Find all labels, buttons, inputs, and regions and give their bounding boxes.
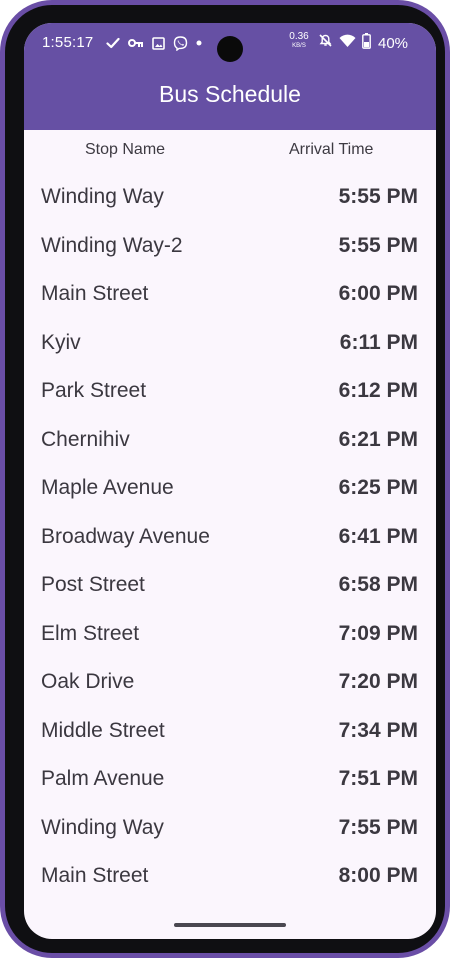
- schedule-row[interactable]: Middle Street 7:34 PM: [24, 707, 436, 756]
- stop-name: Elm Street: [41, 621, 140, 645]
- key-icon: [128, 37, 144, 49]
- screen: 1:55:17 0.36 KB/S 40% Bus Schedule Stop …: [24, 23, 436, 939]
- page-title: Bus Schedule: [159, 81, 301, 107]
- stop-name: Main Street: [41, 282, 149, 305]
- battery-icon: [362, 32, 371, 54]
- schedule-row[interactable]: Winding Way 5:55 PM: [24, 173, 436, 222]
- arrival-time: 6:11 PM: [339, 330, 418, 354]
- image-icon: [152, 36, 165, 50]
- stop-name: Broadway Avenue: [41, 524, 210, 548]
- schedule-row[interactable]: Maple Avenue 6:25 PM: [24, 464, 436, 513]
- device-frame: 1:55:17 0.36 KB/S 40% Bus Schedule Stop …: [0, 0, 450, 958]
- stop-name: Winding Way-2: [41, 233, 183, 257]
- schedule-row[interactable]: Palm Avenue 7:51 PM: [24, 755, 436, 804]
- front-camera: [217, 36, 243, 62]
- schedule-row[interactable]: Main Street 6:00 PM: [24, 270, 436, 319]
- viber-icon: [173, 35, 188, 51]
- stop-name: Main Street: [41, 864, 149, 887]
- schedule-row[interactable]: Broadway Avenue 6:41 PM: [24, 513, 436, 562]
- schedule-row[interactable]: Elm Street 7:09 PM: [24, 610, 436, 659]
- arrival-time: 5:55 PM: [338, 185, 418, 208]
- arrival-time: 6:21 PM: [338, 427, 418, 451]
- stop-name: Chernihiv: [41, 427, 130, 451]
- network-speed: 0.36 KB/S: [286, 31, 312, 50]
- stop-name: Maple Avenue: [41, 476, 174, 499]
- network-speed-value: 0.36: [289, 31, 309, 42]
- arrival-time: 6:25 PM: [338, 476, 418, 499]
- arrival-time: 7:55 PM: [338, 815, 418, 839]
- arrival-time: 8:00 PM: [338, 864, 418, 887]
- status-time: 1:55:17: [42, 34, 94, 51]
- stop-name: Winding Way: [41, 185, 164, 208]
- stop-name: Palm Avenue: [41, 767, 165, 790]
- schedule-row[interactable]: Post Street 6:58 PM: [24, 561, 436, 610]
- network-speed-unit: KB/S: [292, 43, 306, 49]
- schedule-row[interactable]: Main Street 8:00 PM: [24, 852, 436, 901]
- schedule-row[interactable]: Chernihiv 6:21 PM: [24, 416, 436, 465]
- wifi-icon: [339, 34, 356, 53]
- schedule-row[interactable]: Park Street 6:12 PM: [24, 367, 436, 416]
- stop-name: Oak Drive: [41, 670, 135, 693]
- arrival-time: 5:55 PM: [338, 233, 418, 257]
- column-header-stop-name: Stop Name: [85, 141, 166, 158]
- arrival-time: 7:34 PM: [338, 718, 418, 742]
- schedule-row[interactable]: Winding Way 7:55 PM: [24, 804, 436, 853]
- column-header-arrival-time: Arrival Time: [289, 141, 374, 158]
- dot-icon: [196, 40, 202, 46]
- schedule-list[interactable]: Winding Way 5:55 PM Winding Way-2 5:55 P…: [24, 173, 436, 901]
- stop-name: Winding Way: [41, 815, 164, 839]
- check-icon: [106, 36, 120, 50]
- arrival-time: 7:51 PM: [338, 767, 418, 790]
- status-bar: 1:55:17 0.36 KB/S 40%: [24, 23, 436, 65]
- stop-name: Post Street: [41, 573, 145, 596]
- mute-icon: [318, 33, 333, 53]
- top-app-bar: 1:55:17 0.36 KB/S 40% Bus Schedule: [24, 23, 436, 130]
- stop-name: Park Street: [41, 379, 147, 402]
- arrival-time: 6:00 PM: [338, 282, 418, 305]
- battery-percent: 40%: [378, 34, 409, 52]
- arrival-time: 6:12 PM: [338, 379, 418, 402]
- arrival-time: 6:41 PM: [338, 524, 418, 548]
- schedule-row[interactable]: Kyiv 6:11 PM: [24, 319, 436, 368]
- arrival-time: 7:20 PM: [338, 670, 418, 693]
- arrival-time: 7:09 PM: [338, 621, 418, 645]
- notification-icons: [106, 34, 202, 52]
- home-indicator[interactable]: [174, 923, 286, 927]
- schedule-row[interactable]: Oak Drive 7:20 PM: [24, 658, 436, 707]
- system-icons: 40%: [318, 32, 409, 54]
- stop-name: Kyiv: [41, 330, 81, 354]
- arrival-time: 6:58 PM: [338, 573, 418, 596]
- schedule-row[interactable]: Winding Way-2 5:55 PM: [24, 222, 436, 271]
- stop-name: Middle Street: [41, 718, 165, 742]
- device-bezel: 1:55:17 0.36 KB/S 40% Bus Schedule Stop …: [5, 5, 445, 953]
